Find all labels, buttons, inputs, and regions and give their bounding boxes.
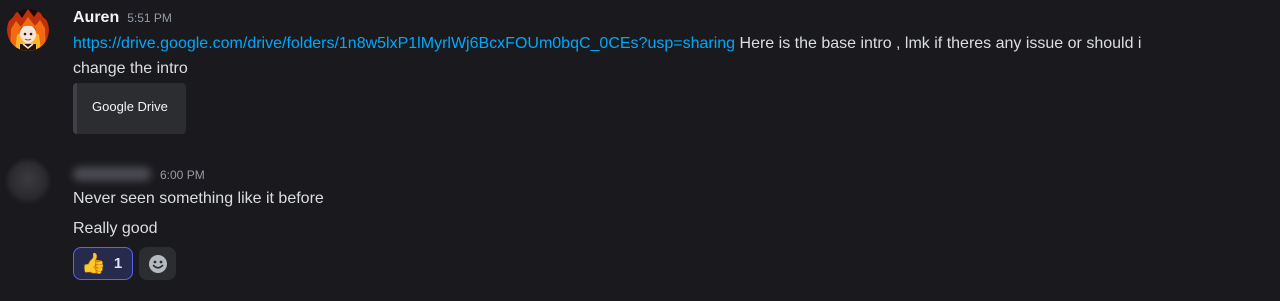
avatar[interactable] [7, 160, 49, 202]
message-header: 6:00 PM [73, 165, 205, 185]
chat-area: Auren 5:51 PM https://drive.google.com/d… [0, 0, 1280, 301]
timestamp: 5:51 PM [127, 11, 172, 25]
link-embed[interactable]: Google Drive [73, 83, 186, 134]
message-line: Really good [73, 220, 158, 237]
reaction-thumbs-up[interactable]: 👍 1 [73, 247, 133, 280]
username-blurred[interactable] [73, 167, 151, 181]
message-line: Never seen something like it before [73, 190, 324, 207]
message-header: Auren 5:51 PM [73, 9, 172, 29]
embed-title: Google Drive [92, 99, 168, 114]
smiley-add-icon [148, 254, 167, 273]
thumbs-up-icon: 👍 [81, 252, 106, 275]
avatar-image [7, 9, 49, 51]
timestamp: 6:00 PM [160, 168, 205, 182]
username[interactable]: Auren [73, 9, 119, 27]
add-reaction-button[interactable] [139, 247, 176, 280]
message-content-line-2: change the intro [73, 60, 188, 77]
message-text: Here is the base intro , lmk if theres a… [735, 35, 1142, 52]
message-content-line-1: https://drive.google.com/drive/folders/1… [73, 30, 1141, 58]
avatar[interactable] [7, 9, 49, 51]
reaction-count: 1 [113, 255, 123, 272]
drive-link[interactable]: https://drive.google.com/drive/folders/1… [73, 35, 735, 52]
